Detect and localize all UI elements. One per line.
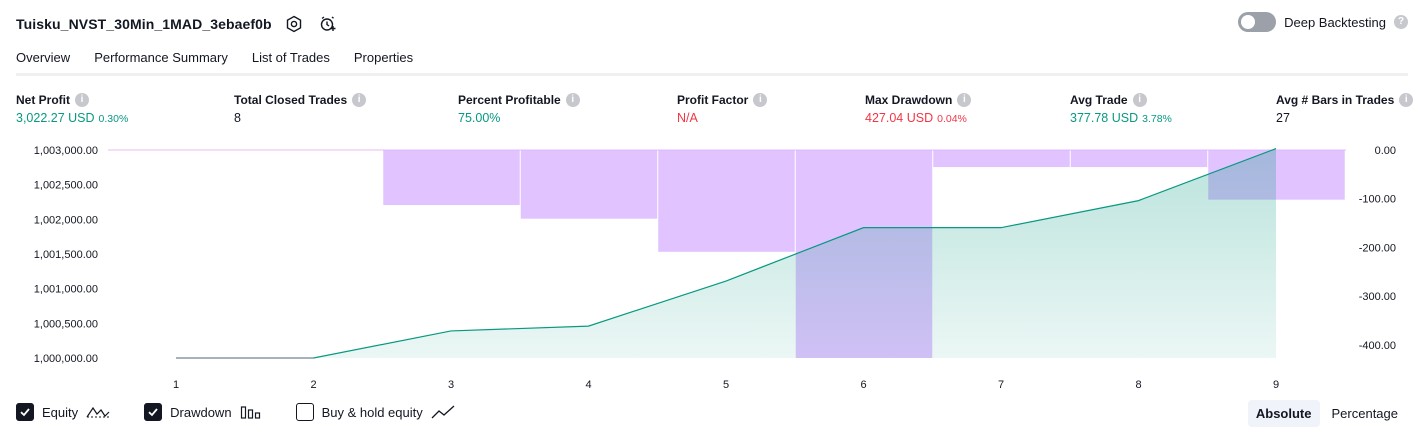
drawdown-bar [933, 150, 1070, 168]
metric-avg-bars-in-trades: Avg # Bars in Trades i 27 [1276, 93, 1414, 125]
left-axis-tick-label: 1,001,000.00 [34, 284, 98, 296]
metric-percent-profitable: Percent Profitable i 75.00% [458, 93, 580, 125]
info-icon[interactable]: i [1399, 93, 1414, 107]
info-icon[interactable]: i [753, 93, 768, 107]
drawdown-bar [520, 150, 658, 219]
toggle-knob [1241, 15, 1256, 29]
right-axis-tick-label: 0.00 [1375, 145, 1396, 157]
metric-total-closed-trades: Total Closed Trades i 8 [234, 93, 367, 125]
strategy-name: Tuisku_NVST_30Min_1MAD_3ebaef0b [16, 16, 272, 32]
info-icon[interactable]: i [565, 93, 580, 107]
settings-icon[interactable] [282, 12, 306, 36]
right-axis-tick-label: -200.00 [1359, 242, 1396, 254]
left-axis-tick-label: 1,003,000.00 [34, 145, 98, 157]
equity-line-icon [86, 404, 110, 420]
metric-profit-factor: Profit Factor i N/A [677, 93, 768, 125]
legend-label: Buy & hold equity [321, 404, 423, 420]
x-axis-tick-label: 8 [1135, 379, 1141, 391]
value-mode-switch: Absolute Percentage [1247, 400, 1407, 427]
drawdown-bar [658, 150, 795, 252]
left-axis-tick-label: 1,002,000.00 [34, 214, 98, 226]
metric-percent: 3.78% [1142, 113, 1172, 125]
x-axis-tick-label: 9 [1273, 379, 1279, 391]
tab-divider [16, 73, 1408, 76]
tab-performance-summary[interactable]: Performance Summary [94, 42, 228, 76]
metric-value: 8 [234, 111, 241, 125]
x-axis-tick-label: 2 [310, 379, 316, 391]
left-axis-tick-label: 1,002,500.00 [34, 180, 98, 192]
x-axis-tick-label: 1 [173, 379, 179, 391]
buy-hold-checkbox[interactable] [295, 403, 314, 421]
legend-equity[interactable]: Equity [16, 403, 110, 421]
add-alert-icon[interactable] [316, 12, 340, 36]
drawdown-bar [1070, 150, 1208, 168]
tab-properties[interactable]: Properties [354, 42, 413, 76]
chart-legend: Equity Drawdown Buy & hold equity [16, 403, 455, 421]
metric-value: 3,022.27 USD [16, 111, 95, 125]
buy-hold-line-icon [431, 404, 455, 420]
percentage-button[interactable]: Percentage [1324, 400, 1407, 427]
drawdown-bar [383, 150, 520, 206]
metric-label: Net Profit [16, 93, 70, 107]
left-axis-tick-label: 1,000,500.00 [34, 318, 98, 330]
legend-label: Drawdown [170, 404, 232, 420]
metric-max-drawdown: Max Drawdown i 427.04 USD 0.04% [865, 93, 972, 125]
metric-label: Max Drawdown [865, 93, 953, 107]
chart-svg: 1,003,000.00 1,002,500.00 1,002,000.00 1,00… [34, 145, 1396, 391]
info-icon[interactable]: i [1132, 93, 1147, 107]
metric-avg-trade: Avg Trade i 377.78 USD 3.78% [1070, 93, 1172, 125]
equity-checkbox[interactable] [16, 403, 34, 421]
drawdown-bars-icon [240, 404, 262, 420]
metric-value: 75.00% [458, 111, 501, 125]
metrics-row: Net Profit i 3,022.27 USD 0.30% Total Clos… [0, 93, 1424, 133]
tab-bar: Overview Performance Summary List of Tra… [16, 42, 413, 76]
strategy-header: Tuisku_NVST_30Min_1MAD_3ebaef0b [16, 12, 340, 36]
right-axis-tick-label: -100.00 [1359, 194, 1396, 206]
deep-backtesting-label: Deep Backtesting [1284, 14, 1386, 30]
x-axis-tick-label: 4 [585, 379, 591, 391]
x-axis-tick-label: 7 [998, 379, 1004, 391]
deep-backtesting-control: Deep Backtesting ? [1238, 12, 1408, 32]
info-icon[interactable]: i [957, 93, 972, 107]
help-icon[interactable]: ? [1394, 15, 1408, 29]
tab-list-of-trades[interactable]: List of Trades [252, 42, 330, 76]
legend-buy-hold[interactable]: Buy & hold equity [295, 403, 455, 421]
metric-label: Total Closed Trades [234, 93, 348, 107]
legend-label: Equity [42, 404, 79, 420]
legend-drawdown[interactable]: Drawdown [144, 403, 261, 421]
deep-backtesting-toggle[interactable] [1238, 12, 1277, 32]
right-axis-tick-label: -300.00 [1359, 291, 1396, 303]
metric-label: Profit Factor [677, 93, 749, 107]
metric-label: Avg # Bars in Trades [1276, 93, 1395, 107]
metric-value: 427.04 USD [865, 111, 934, 125]
absolute-button[interactable]: Absolute [1247, 400, 1320, 427]
metric-percent: 0.04% [937, 113, 967, 125]
left-axis-tick-label: 1,000,000.00 [34, 353, 98, 365]
x-axis-tick-label: 6 [860, 379, 866, 391]
metric-net-profit: Net Profit i 3,022.27 USD 0.30% [16, 93, 128, 125]
drawdown-checkbox[interactable] [144, 403, 163, 421]
equity-drawdown-chart[interactable]: 1,003,000.00 1,002,500.00 1,002,000.00 1,00… [0, 140, 1424, 395]
left-axis-tick-label: 1,001,500.00 [34, 249, 98, 261]
metric-value: 377.78 USD [1070, 111, 1139, 125]
right-axis-tick-label: -400.00 [1359, 340, 1396, 352]
x-axis-tick-label: 5 [723, 379, 729, 391]
info-icon[interactable]: i [75, 93, 89, 107]
metric-label: Avg Trade [1070, 93, 1128, 107]
metric-value: N/A [677, 111, 698, 125]
metric-label: Percent Profitable [458, 93, 561, 107]
x-axis-tick-label: 3 [448, 379, 454, 391]
metric-percent: 0.30% [98, 113, 129, 125]
info-icon[interactable]: i [352, 93, 367, 107]
tab-overview[interactable]: Overview [16, 42, 71, 76]
metric-value: 27 [1276, 111, 1290, 125]
